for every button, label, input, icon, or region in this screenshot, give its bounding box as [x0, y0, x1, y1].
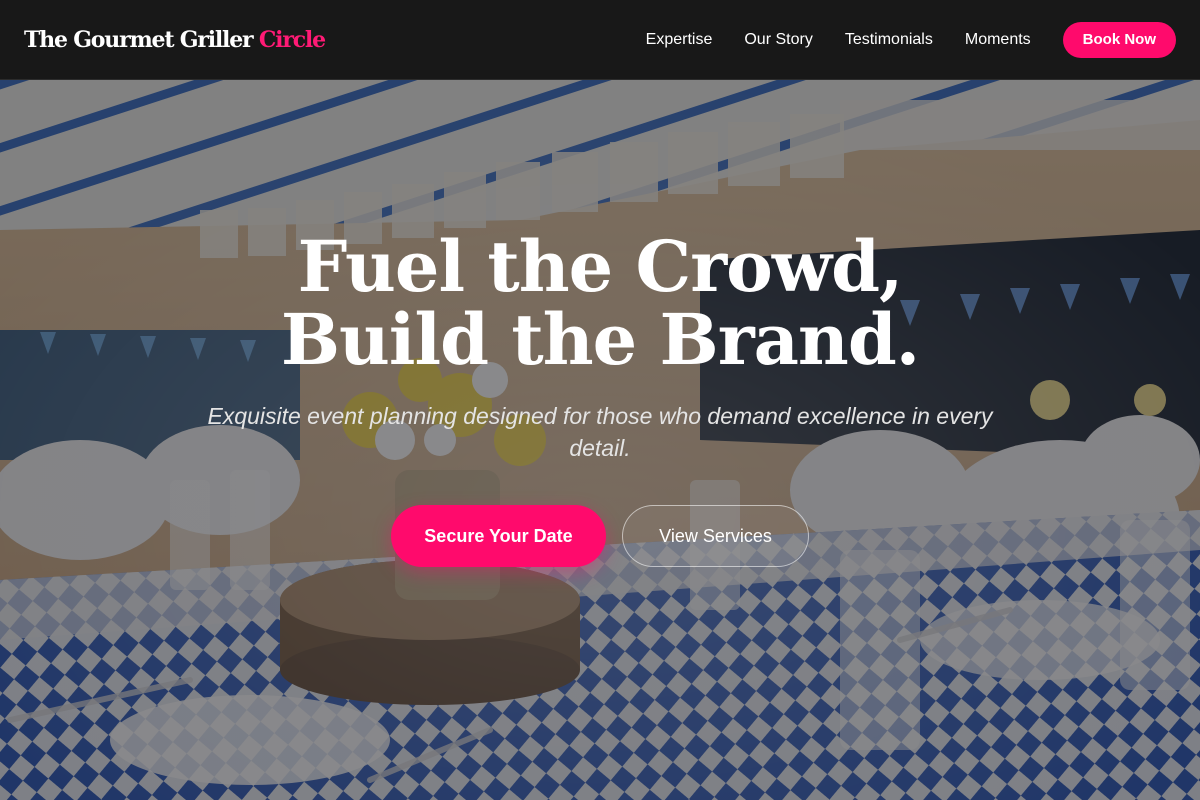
- hero-content: Fuel the Crowd, Build the Brand. Exquisi…: [0, 80, 1200, 800]
- headline-line-2: Build the Brand.: [280, 298, 920, 381]
- headline-line-1: Fuel the Crowd,: [297, 225, 904, 308]
- hero-subtitle: Exquisite event planning designed for th…: [207, 403, 993, 461]
- nav-link-our-story[interactable]: Our Story: [744, 31, 812, 49]
- nav-link-expertise[interactable]: Expertise: [646, 31, 713, 49]
- nav-link-testimonials[interactable]: Testimonials: [845, 31, 933, 49]
- brand-name: The Gourmet Griller: [24, 26, 254, 53]
- nav-link-moments[interactable]: Moments: [965, 31, 1031, 49]
- top-nav: The Gourmet Griller Circle Expertise Our…: [0, 0, 1200, 80]
- brand-accent: Circle: [258, 26, 326, 53]
- secure-date-button[interactable]: Secure Your Date: [391, 505, 606, 567]
- brand-logo[interactable]: The Gourmet Griller Circle: [24, 26, 326, 53]
- hero-cta-row: Secure Your Date View Services: [0, 505, 1200, 567]
- hero-headline: Fuel the Crowd, Build the Brand.: [100, 230, 1100, 376]
- book-now-button[interactable]: Book Now: [1062, 21, 1176, 58]
- hero-section: Fuel the Crowd, Build the Brand. Exquisi…: [0, 80, 1200, 800]
- view-services-button[interactable]: View Services: [622, 505, 809, 567]
- nav-menu: Expertise Our Story Testimonials Moments: [646, 31, 1031, 49]
